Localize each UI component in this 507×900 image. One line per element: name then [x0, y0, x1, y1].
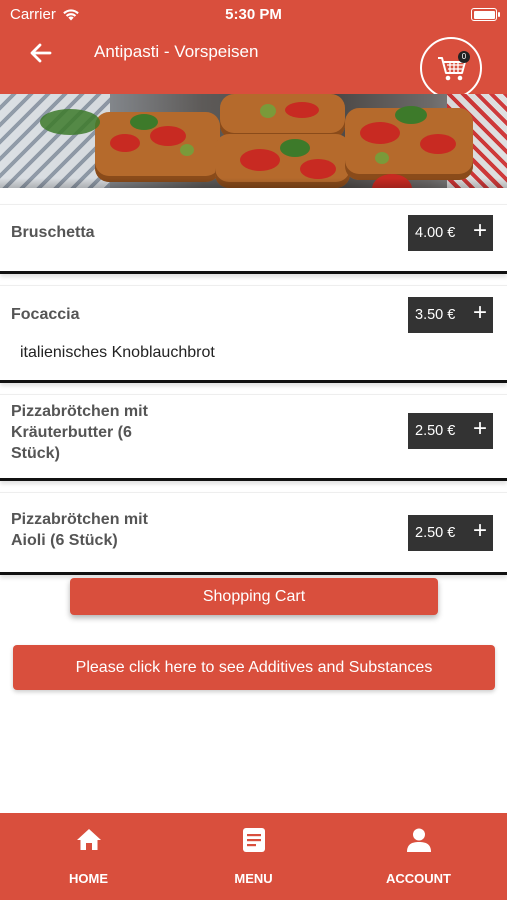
menu-icon [243, 828, 265, 852]
clock: 5:30 PM [225, 6, 282, 23]
bottom-tab-bar: HOME MENU ACCOUNT [0, 813, 507, 900]
add-to-cart-button[interactable]: 2.50 € + [408, 515, 493, 551]
item-price: 4.00 € [415, 225, 456, 241]
item-price: 2.50 € [415, 525, 456, 541]
add-to-cart-button[interactable]: 4.00 € + [408, 215, 493, 251]
tab-label: HOME [69, 871, 108, 886]
back-button[interactable] [26, 38, 56, 68]
add-to-cart-button[interactable]: 2.50 € + [408, 413, 493, 449]
menu-item-list: Bruschetta 4.00 € + Focaccia italienisch… [0, 204, 507, 586]
page-title: Antipasti - Vorspeisen [94, 42, 259, 61]
additives-button[interactable]: Please click here to see Additives and S… [13, 645, 495, 690]
tab-menu[interactable]: MENU [169, 813, 338, 900]
app-header: Antipasti - Vorspeisen 0 [0, 30, 507, 99]
plus-icon: + [472, 299, 487, 326]
tab-label: ACCOUNT [386, 871, 451, 886]
account-icon [407, 828, 431, 852]
item-name: Pizzabrötchen mit Aioli (6 Stück) [11, 511, 148, 549]
plus-icon: + [472, 415, 487, 442]
add-to-cart-button[interactable]: 3.50 € + [408, 297, 493, 333]
tab-home[interactable]: HOME [4, 813, 173, 900]
category-banner-image [0, 94, 507, 188]
item-name: Focaccia [11, 306, 80, 323]
tab-label: MENU [234, 871, 273, 886]
shopping-cart-button[interactable]: Shopping Cart [70, 578, 438, 615]
plus-icon: + [472, 217, 487, 244]
item-description: italienisches Knoblauchbrot [20, 344, 215, 361]
item-price: 3.50 € [415, 307, 456, 323]
cart-count-badge: 0 [458, 51, 470, 63]
home-icon [77, 829, 101, 850]
item-price: 2.50 € [415, 423, 456, 439]
tab-account[interactable]: ACCOUNT [334, 813, 503, 900]
item-name: Bruschetta [11, 224, 95, 241]
list-item[interactable]: Pizzabrötchen mit Kräuterbutter (6 Stück… [0, 394, 507, 481]
cart-button[interactable]: 0 [420, 37, 482, 99]
list-item[interactable]: Pizzabrötchen mit Aioli (6 Stück) 2.50 €… [0, 492, 507, 575]
list-item[interactable]: Focaccia italienisches Knoblauchbrot 3.5… [0, 285, 507, 383]
status-bar: Carrier 5:30 PM [0, 0, 507, 30]
list-item[interactable]: Bruschetta 4.00 € + [0, 204, 507, 274]
arrow-left-icon [30, 43, 52, 63]
plus-icon: + [472, 517, 487, 544]
battery-icon [471, 8, 500, 21]
item-name: Pizzabrötchen mit Kräuterbutter (6 Stück… [11, 403, 148, 462]
